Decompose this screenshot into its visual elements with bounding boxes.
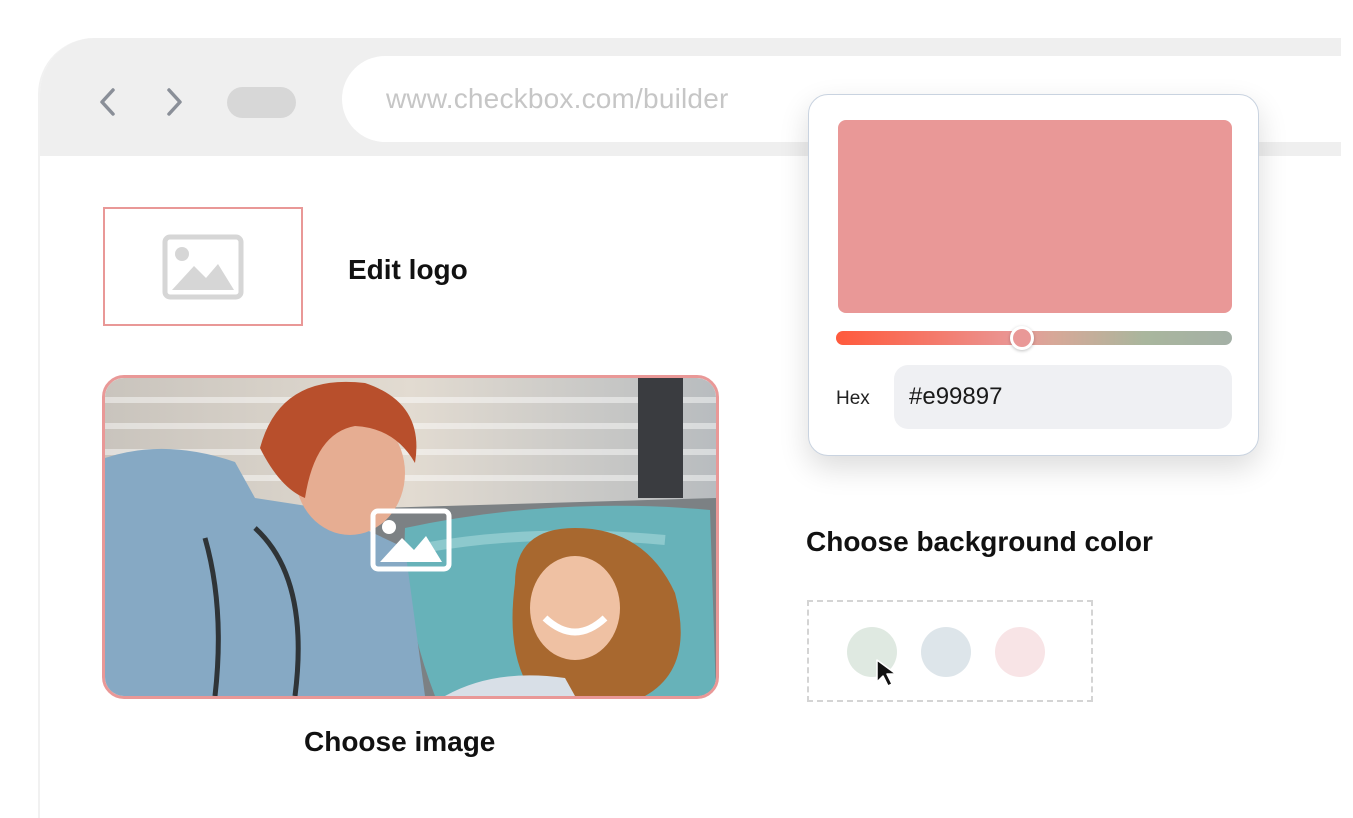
- tab-pill[interactable]: [227, 87, 296, 118]
- back-button[interactable]: [90, 84, 126, 120]
- image-icon: [370, 508, 452, 572]
- choose-image-label[interactable]: Choose image: [304, 726, 495, 758]
- chevron-left-icon: [100, 88, 115, 116]
- url-text: www.checkbox.com/builder: [386, 83, 729, 114]
- chevron-right-icon: [167, 88, 182, 116]
- color-preview[interactable]: [838, 120, 1232, 313]
- mouse-pointer-icon: [876, 659, 897, 687]
- forward-button[interactable]: [156, 84, 192, 120]
- hex-input[interactable]: #e99897: [894, 365, 1232, 429]
- color-picker-popover: Hex #e99897: [808, 94, 1259, 456]
- edit-logo-label[interactable]: Edit logo: [348, 254, 468, 286]
- hue-slider[interactable]: [836, 326, 1232, 350]
- swatch-blue[interactable]: [921, 627, 971, 677]
- hex-label: Hex: [836, 388, 870, 409]
- logo-upload-box[interactable]: [103, 207, 303, 326]
- image-picker[interactable]: [102, 375, 719, 699]
- background-swatch-group: [807, 600, 1093, 702]
- hex-value: #e99897: [909, 383, 1003, 410]
- swatch-pink[interactable]: [995, 627, 1045, 677]
- hue-slider-thumb[interactable]: [1010, 326, 1035, 350]
- image-icon: [162, 234, 244, 299]
- background-color-title: Choose background color: [806, 526, 1153, 557]
